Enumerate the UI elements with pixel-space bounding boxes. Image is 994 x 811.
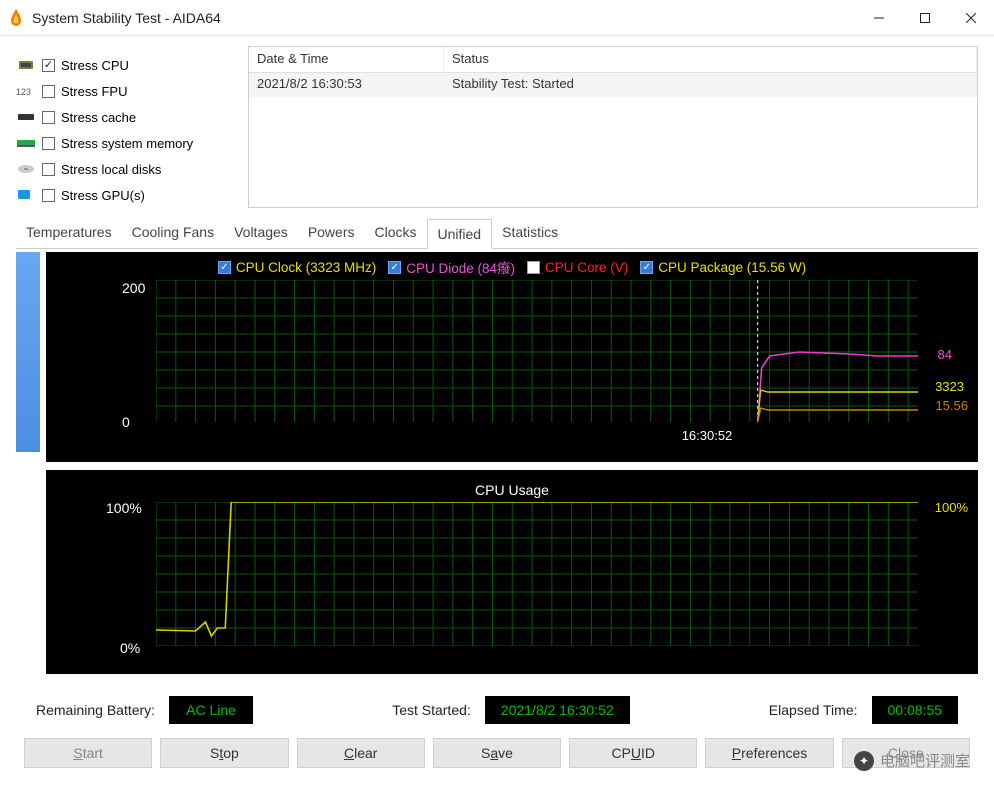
- legend-cpu-clock-check[interactable]: ✓: [218, 261, 231, 274]
- stress-disks-checkbox[interactable]: [42, 163, 55, 176]
- stress-memory-checkbox[interactable]: [42, 137, 55, 150]
- battery-value: AC Line: [169, 696, 253, 724]
- stress-cache[interactable]: Stress cache: [16, 104, 234, 130]
- stress-disks-label: Stress local disks: [61, 162, 161, 177]
- stress-panel: Stress CPU 123 Stress FPU Stress cache S…: [16, 46, 234, 208]
- tab-powers[interactable]: Powers: [298, 218, 365, 248]
- cpu-usage-title: CPU Usage: [46, 480, 978, 498]
- start-button[interactable]: Start: [24, 738, 152, 768]
- lower-ymax: 100%: [106, 500, 142, 516]
- upper-right-1556: 15.56: [935, 398, 968, 413]
- started-label: Test Started:: [392, 702, 471, 718]
- stress-gpu-checkbox[interactable]: [42, 189, 55, 202]
- tab-voltages[interactable]: Voltages: [224, 218, 298, 248]
- stress-cpu[interactable]: Stress CPU: [16, 52, 234, 78]
- svg-text:123: 123: [16, 87, 31, 97]
- button-row: Start Stop Clear Save CPUID Preferences …: [16, 738, 978, 768]
- cpu-icon: [16, 58, 36, 72]
- close-dialog-button[interactable]: Close: [842, 738, 970, 768]
- gpu-icon: [16, 188, 36, 202]
- log-row[interactable]: 2021/8/2 16:30:53 Stability Test: Starte…: [249, 73, 977, 97]
- tab-bar: Temperatures Cooling Fans Voltages Power…: [16, 218, 978, 249]
- stress-memory[interactable]: Stress system memory: [16, 130, 234, 156]
- stress-fpu[interactable]: 123 Stress FPU: [16, 78, 234, 104]
- sensor-drag-bar[interactable]: [16, 252, 40, 452]
- stress-fpu-checkbox[interactable]: [42, 85, 55, 98]
- tab-temperatures[interactable]: Temperatures: [16, 218, 122, 248]
- titlebar: System Stability Test - AIDA64: [0, 0, 994, 36]
- unified-plot[interactable]: [156, 280, 918, 422]
- tab-statistics[interactable]: Statistics: [492, 218, 568, 248]
- started-value: 2021/8/2 16:30:52: [485, 696, 630, 724]
- log-col-datetime[interactable]: Date & Time: [249, 47, 444, 72]
- memory-icon: [16, 136, 36, 150]
- cache-icon: [16, 110, 36, 124]
- preferences-button[interactable]: Preferences: [705, 738, 833, 768]
- upper-ymax: 200: [122, 280, 145, 296]
- elapsed-label: Elapsed Time:: [769, 702, 858, 718]
- stress-cache-checkbox[interactable]: [42, 111, 55, 124]
- elapsed-value: 00:08:55: [872, 696, 959, 724]
- upper-ymin: 0: [122, 414, 130, 430]
- stress-memory-label: Stress system memory: [61, 136, 193, 151]
- unified-chart: ✓ CPU Clock (3323 MHz) ✓ CPU Diode (84癈) C…: [46, 252, 978, 462]
- tab-cooling-fans[interactable]: Cooling Fans: [122, 218, 225, 248]
- maximize-button[interactable]: [902, 0, 948, 36]
- log-datetime: 2021/8/2 16:30:53: [249, 73, 444, 97]
- tab-clocks[interactable]: Clocks: [365, 218, 427, 248]
- window-title: System Stability Test - AIDA64: [32, 10, 856, 26]
- stress-disks[interactable]: Stress local disks: [16, 156, 234, 182]
- legend-cpu-core-check[interactable]: [527, 261, 540, 274]
- log-status: Stability Test: Started: [444, 73, 977, 97]
- legend-cpu-clock: CPU Clock (3323 MHz): [236, 260, 376, 275]
- cpu-usage-plot[interactable]: [156, 502, 918, 646]
- legend-cpu-package: CPU Package (15.56 W): [658, 260, 806, 275]
- legend-cpu-diode: CPU Diode (84癈): [406, 257, 515, 277]
- log-col-status[interactable]: Status: [444, 47, 977, 72]
- clear-button[interactable]: Clear: [297, 738, 425, 768]
- legend-cpu-package-check[interactable]: ✓: [640, 261, 653, 274]
- disk-icon: [16, 162, 36, 176]
- stress-cpu-label: Stress CPU: [61, 58, 129, 73]
- status-row: Remaining Battery: AC Line Test Started:…: [16, 696, 978, 724]
- upper-xtick: 16:30:52: [436, 428, 978, 443]
- stop-button[interactable]: Stop: [160, 738, 288, 768]
- upper-right-3323: 3323: [935, 379, 964, 394]
- stress-gpu-label: Stress GPU(s): [61, 188, 145, 203]
- lower-right: 100%: [935, 500, 968, 515]
- cpuid-button[interactable]: CPUID: [569, 738, 697, 768]
- upper-right-84: 84: [938, 347, 952, 362]
- stress-cpu-checkbox[interactable]: [42, 59, 55, 72]
- save-button[interactable]: Save: [433, 738, 561, 768]
- battery-label: Remaining Battery:: [36, 702, 155, 718]
- stress-cache-label: Stress cache: [61, 110, 136, 125]
- stress-fpu-label: Stress FPU: [61, 84, 127, 99]
- close-button[interactable]: [948, 0, 994, 36]
- minimize-button[interactable]: [856, 0, 902, 36]
- log-header: Date & Time Status: [249, 47, 977, 73]
- legend-cpu-diode-check[interactable]: ✓: [388, 261, 401, 274]
- fpu-icon: 123: [16, 84, 36, 98]
- lower-ymin: 0%: [120, 640, 140, 656]
- app-icon: [8, 9, 24, 27]
- legend-cpu-core: CPU Core (V): [545, 260, 628, 275]
- stress-gpu[interactable]: Stress GPU(s): [16, 182, 234, 208]
- tab-unified[interactable]: Unified: [427, 219, 493, 249]
- unified-legend: ✓ CPU Clock (3323 MHz) ✓ CPU Diode (84癈) C…: [46, 256, 978, 278]
- event-log: Date & Time Status 2021/8/2 16:30:53 Sta…: [248, 46, 978, 208]
- cpu-usage-chart: CPU Usage 100% 0% 100%: [46, 470, 978, 674]
